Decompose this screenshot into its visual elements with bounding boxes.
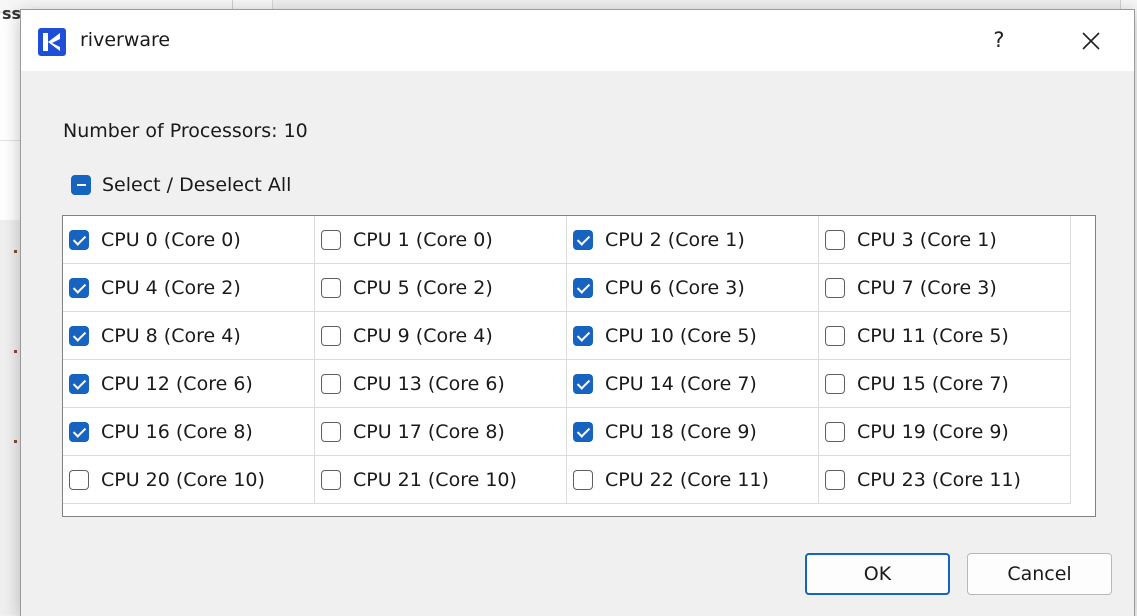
cpu-label: CPU 18 (Core 9) <box>605 420 757 443</box>
cpu-label: CPU 22 (Core 11) <box>605 468 769 491</box>
cpu-option[interactable]: CPU 19 (Core 9) <box>819 408 1071 456</box>
background-text: ss <box>2 4 22 23</box>
cpu-label: CPU 13 (Core 6) <box>353 372 505 395</box>
riverware-logo-icon <box>38 28 66 56</box>
cpu-option[interactable]: CPU 1 (Core 0) <box>315 216 567 264</box>
cpu-checkbox[interactable] <box>69 229 89 250</box>
cpu-checkbox[interactable] <box>573 373 593 394</box>
cpu-grid-panel: CPU 0 (Core 0) CPU 1 (Core 0) CPU 2 (Core … <box>62 215 1096 517</box>
background-mark <box>14 250 17 253</box>
cpu-label: CPU 20 (Core 10) <box>101 468 265 491</box>
cpu-grid: CPU 0 (Core 0) CPU 1 (Core 0) CPU 2 (Core … <box>63 216 1071 504</box>
cpu-checkbox[interactable] <box>825 325 845 346</box>
cpu-checkbox[interactable] <box>69 421 89 442</box>
cpu-checkbox[interactable] <box>321 229 341 250</box>
cpu-checkbox[interactable] <box>69 373 89 394</box>
close-button[interactable] <box>1063 20 1119 60</box>
cpu-label: CPU 2 (Core 1) <box>605 228 745 251</box>
cpu-label: CPU 9 (Core 4) <box>353 324 493 347</box>
processor-count-label: Number of Processors: 10 <box>63 120 308 142</box>
cpu-option[interactable]: CPU 7 (Core 3) <box>819 264 1071 312</box>
cpu-checkbox[interactable] <box>573 325 593 346</box>
cpu-option[interactable]: CPU 15 (Core 7) <box>819 360 1071 408</box>
cpu-checkbox[interactable] <box>825 373 845 394</box>
cpu-option[interactable]: CPU 23 (Core 11) <box>819 456 1071 504</box>
cpu-label: CPU 8 (Core 4) <box>101 324 241 347</box>
cpu-option[interactable]: CPU 17 (Core 8) <box>315 408 567 456</box>
ok-button[interactable]: OK <box>805 553 950 595</box>
cpu-checkbox[interactable] <box>321 373 341 394</box>
cpu-label: CPU 17 (Core 8) <box>353 420 505 443</box>
cpu-checkbox[interactable] <box>825 277 845 298</box>
cpu-option[interactable]: CPU 13 (Core 6) <box>315 360 567 408</box>
cpu-label: CPU 23 (Core 11) <box>857 468 1021 491</box>
cpu-label: CPU 16 (Core 8) <box>101 420 253 443</box>
cpu-label: CPU 5 (Core 2) <box>353 276 493 299</box>
cpu-checkbox[interactable] <box>573 469 593 490</box>
cpu-option[interactable]: CPU 16 (Core 8) <box>63 408 315 456</box>
cpu-checkbox[interactable] <box>573 277 593 298</box>
cpu-label: CPU 1 (Core 0) <box>353 228 493 251</box>
cpu-label: CPU 4 (Core 2) <box>101 276 241 299</box>
cpu-option[interactable]: CPU 18 (Core 9) <box>567 408 819 456</box>
cpu-option[interactable]: CPU 4 (Core 2) <box>63 264 315 312</box>
cpu-checkbox[interactable] <box>321 325 341 346</box>
background-mark <box>14 350 17 353</box>
cpu-option[interactable]: CPU 21 (Core 10) <box>315 456 567 504</box>
cpu-option[interactable]: CPU 9 (Core 4) <box>315 312 567 360</box>
cpu-label: CPU 11 (Core 5) <box>857 324 1009 347</box>
cpu-checkbox[interactable] <box>573 421 593 442</box>
cpu-checkbox[interactable] <box>825 421 845 442</box>
cpu-option[interactable]: CPU 2 (Core 1) <box>567 216 819 264</box>
cpu-checkbox[interactable] <box>573 229 593 250</box>
cpu-option[interactable]: CPU 10 (Core 5) <box>567 312 819 360</box>
cpu-label: CPU 15 (Core 7) <box>857 372 1009 395</box>
cpu-option[interactable]: CPU 0 (Core 0) <box>63 216 315 264</box>
cpu-option[interactable]: CPU 14 (Core 7) <box>567 360 819 408</box>
cpu-option[interactable]: CPU 5 (Core 2) <box>315 264 567 312</box>
dialog-titlebar: riverware ? <box>21 10 1134 71</box>
select-all-toggle[interactable]: Select / Deselect All <box>71 172 291 198</box>
background-mark <box>14 440 17 443</box>
cpu-label: CPU 19 (Core 9) <box>857 420 1009 443</box>
cpu-checkbox[interactable] <box>69 469 89 490</box>
cpu-label: CPU 6 (Core 3) <box>605 276 745 299</box>
select-all-checkbox[interactable] <box>71 175 91 195</box>
dialog-title: riverware <box>80 29 171 51</box>
cpu-checkbox[interactable] <box>825 229 845 250</box>
cancel-button[interactable]: Cancel <box>967 553 1112 595</box>
cpu-label: CPU 14 (Core 7) <box>605 372 757 395</box>
cpu-option[interactable]: CPU 11 (Core 5) <box>819 312 1071 360</box>
cpu-label: CPU 0 (Core 0) <box>101 228 241 251</box>
cpu-affinity-dialog: riverware ? Number of Processors: 10 Sel… <box>20 9 1135 616</box>
select-all-label: Select / Deselect All <box>102 174 292 196</box>
cpu-option[interactable]: CPU 3 (Core 1) <box>819 216 1071 264</box>
cpu-option[interactable]: CPU 8 (Core 4) <box>63 312 315 360</box>
cpu-label: CPU 3 (Core 1) <box>857 228 997 251</box>
cpu-label: CPU 10 (Core 5) <box>605 324 757 347</box>
cpu-checkbox[interactable] <box>321 469 341 490</box>
cpu-label: CPU 21 (Core 10) <box>353 468 517 491</box>
cpu-checkbox[interactable] <box>321 277 341 298</box>
cpu-checkbox[interactable] <box>69 277 89 298</box>
cpu-option[interactable]: CPU 12 (Core 6) <box>63 360 315 408</box>
cpu-checkbox[interactable] <box>69 325 89 346</box>
cpu-checkbox[interactable] <box>321 421 341 442</box>
cpu-checkbox[interactable] <box>825 469 845 490</box>
cpu-label: CPU 7 (Core 3) <box>857 276 997 299</box>
cpu-option[interactable]: CPU 22 (Core 11) <box>567 456 819 504</box>
close-icon <box>1082 31 1100 50</box>
cpu-option[interactable]: CPU 6 (Core 3) <box>567 264 819 312</box>
help-button[interactable]: ? <box>971 20 1027 60</box>
cpu-label: CPU 12 (Core 6) <box>101 372 253 395</box>
cpu-option[interactable]: CPU 20 (Core 10) <box>63 456 315 504</box>
